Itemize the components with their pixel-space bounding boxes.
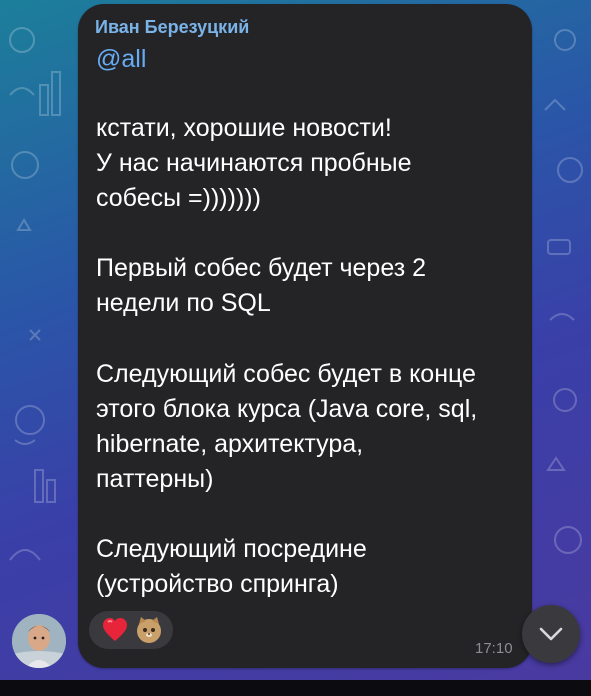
avatar[interactable] <box>12 614 66 668</box>
cat-emoji-icon[interactable] <box>135 616 163 644</box>
message-paragraph: кстати, хорошие новости! У нас начинаютс… <box>96 114 412 212</box>
mention-link[interactable]: @all <box>96 45 146 74</box>
scroll-down-button[interactable] <box>522 605 580 663</box>
message-paragraph: Первый собес будет через 2 недели по SQL <box>96 254 427 317</box>
message-time: 17:10 <box>475 640 513 657</box>
message-paragraph: Следующий собес будет в конце этого блок… <box>96 360 478 493</box>
chevron-down-icon <box>539 627 563 641</box>
bottom-bar <box>0 680 591 696</box>
message-paragraph: Следующий посредине (устройство спринга) <box>96 535 367 598</box>
avatar-photo-icon <box>12 614 66 668</box>
sender-name[interactable]: Иван Березуцкий <box>95 17 249 38</box>
reactions-bar[interactable] <box>89 611 173 649</box>
heart-emoji-icon[interactable] <box>101 616 129 644</box>
